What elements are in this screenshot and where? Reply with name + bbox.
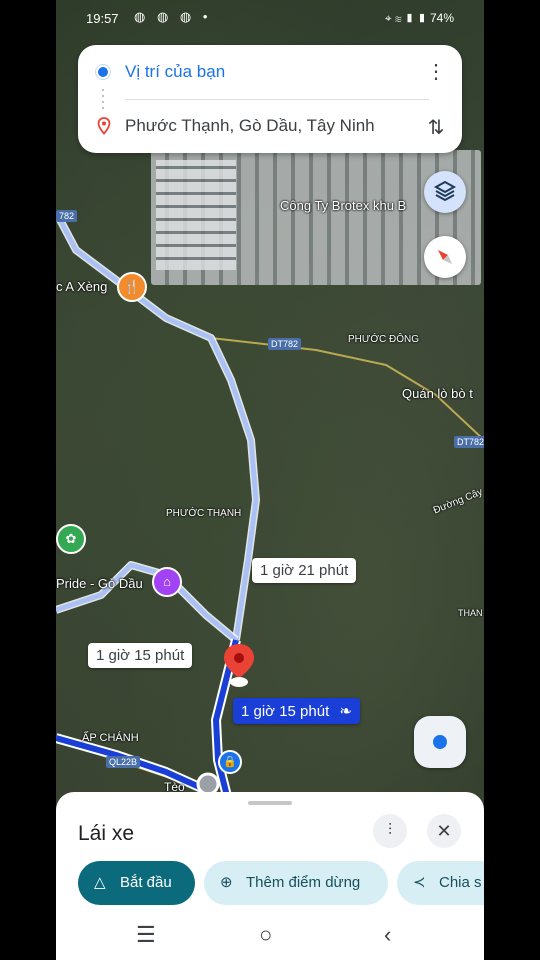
recent-apps-icon[interactable]: ☰ bbox=[136, 922, 156, 948]
label-than: THAN bbox=[458, 608, 483, 618]
add-stop-label: Thêm điểm dừng bbox=[246, 874, 361, 891]
route-connector-dots bbox=[102, 89, 104, 109]
restaurant-poi-icon[interactable]: 🍴 bbox=[117, 272, 147, 302]
add-stop-button[interactable]: ⊕ Thêm điểm dừng bbox=[204, 861, 388, 905]
sliders-icon: ⫶ bbox=[387, 822, 392, 839]
compass-button[interactable] bbox=[424, 236, 466, 278]
home-icon[interactable]: ○ bbox=[259, 922, 272, 948]
share-label: Chia s bbox=[439, 874, 482, 891]
start-label: Bắt đầu bbox=[120, 874, 172, 891]
route-time-main[interactable]: 1 giờ 15 phút ❧ bbox=[233, 698, 360, 724]
notification-icons: ◍ ◍ ◍ • bbox=[134, 9, 212, 24]
road-tag-782: 782 bbox=[56, 210, 78, 222]
signal-wifi-battery-icon: ⌖ ≋ ▮ ▮ bbox=[384, 11, 427, 25]
close-button[interactable]: ✕ bbox=[427, 814, 461, 848]
destination-marker-icon bbox=[97, 117, 111, 135]
share-icon: ≺ bbox=[413, 874, 426, 891]
destination-field[interactable]: Phước Thạnh, Gò Dầu, Tây Ninh bbox=[125, 116, 375, 136]
back-icon[interactable]: ‹ bbox=[384, 922, 391, 948]
my-location-icon bbox=[433, 735, 447, 749]
navigation-arrow-icon: △ bbox=[94, 874, 106, 891]
route-time-alt-2[interactable]: 1 giờ 15 phút bbox=[88, 643, 193, 668]
destination-row[interactable]: Phước Thạnh, Gò Dầu, Tây Ninh ⇅ bbox=[78, 113, 462, 141]
origin-row[interactable]: Vị trí của bạn ⋮ bbox=[78, 59, 462, 87]
park-poi-icon[interactable]: ✿ bbox=[56, 524, 86, 554]
route-options-button[interactable]: ⫶ bbox=[373, 814, 407, 848]
label-ap-chanh: ẤP CHÁNH bbox=[82, 732, 139, 744]
your-location-icon bbox=[98, 67, 108, 77]
route-time-main-label: 1 giờ 15 phút bbox=[241, 703, 330, 720]
travel-mode-title: Lái xe bbox=[78, 822, 135, 845]
lock-poi-icon[interactable]: 🔒 bbox=[218, 750, 242, 774]
label-company[interactable]: Công Ty Brotex khu B bbox=[280, 198, 406, 213]
share-button[interactable]: ≺ Chia s bbox=[397, 861, 484, 905]
destination-pin-icon[interactable] bbox=[223, 644, 255, 688]
compass-icon bbox=[438, 250, 452, 264]
shop-poi-icon[interactable]: ⌂ bbox=[152, 567, 182, 597]
origin-field[interactable]: Vị trí của bạn bbox=[125, 62, 225, 82]
status-time: 19:57 bbox=[86, 11, 119, 26]
leaf-icon: ❧ bbox=[339, 703, 352, 720]
start-button[interactable]: △ Bắt đầu bbox=[78, 861, 195, 905]
label-a-xeng[interactable]: c A Xèng bbox=[56, 279, 107, 294]
origin-marker bbox=[196, 772, 220, 796]
swap-directions-icon[interactable]: ⇅ bbox=[424, 115, 448, 139]
road-tag-dt782: DT782 bbox=[268, 338, 302, 350]
road-tag-ql22b: QL22B bbox=[106, 756, 141, 768]
layers-button[interactable] bbox=[424, 171, 466, 213]
road-tag-dt782-east: DT782 bbox=[454, 436, 484, 448]
more-options-icon[interactable]: ⋮ bbox=[426, 62, 446, 85]
my-location-button[interactable] bbox=[414, 716, 466, 768]
directions-card: Vị trí của bạn ⋮ Phước Thạnh, Gò Dầu, Tâ… bbox=[78, 45, 462, 153]
route-time-alt-1[interactable]: 1 giờ 21 phút bbox=[252, 558, 357, 583]
battery-level: 74% bbox=[429, 11, 454, 25]
system-nav-bar: ☰ ○ ‹ bbox=[56, 910, 484, 960]
label-phuoc-dong: PHƯỚC ĐÔNG bbox=[348, 334, 420, 345]
drag-handle[interactable] bbox=[248, 801, 292, 805]
status-right: ⌖ ≋ ▮ ▮ 74% bbox=[385, 11, 454, 26]
status-bar: 19:57 ◍ ◍ ◍ • ⌖ ≋ ▮ ▮ 74% bbox=[56, 8, 484, 30]
layers-icon bbox=[433, 180, 457, 202]
field-divider bbox=[125, 99, 429, 100]
label-quan-lo[interactable]: Quán lò bò t bbox=[402, 386, 473, 401]
label-pride[interactable]: Pride - Gò Dầu bbox=[56, 576, 143, 591]
phone-screen: 782 DT782 DT782 QL22B Công Ty Brotex khu… bbox=[56, 0, 484, 960]
close-icon: ✕ bbox=[436, 821, 452, 841]
add-location-icon: ⊕ bbox=[220, 874, 233, 891]
label-phuoc-thanh: PHƯỚC THẠNH bbox=[166, 508, 242, 519]
